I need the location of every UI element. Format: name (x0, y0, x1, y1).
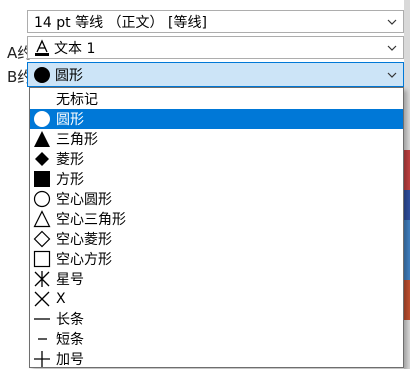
list-item-hollow-circle[interactable]: 空心圆形 (30, 189, 403, 209)
text-color-combo[interactable]: 文本 1 (27, 36, 404, 59)
list-item-short-dash[interactable]: 短条 (30, 329, 403, 349)
font-size-combo[interactable]: 14 pt 等线 （正文） [等线] (27, 10, 404, 33)
list-item-label: 三角形 (56, 132, 98, 148)
list-item-x[interactable]: X (30, 289, 403, 309)
list-item-label: 菱形 (56, 152, 84, 168)
filled-triangle-icon (32, 129, 52, 149)
list-item-label: 空心三角形 (56, 212, 126, 228)
list-item-circle[interactable]: 圆形 (30, 109, 403, 129)
x-mark-icon (32, 289, 52, 309)
list-item-hollow-triangle[interactable]: 空心三角形 (30, 209, 403, 229)
list-item-label: 圆形 (56, 112, 84, 128)
filled-circle-icon (33, 66, 51, 84)
list-item-label: 星号 (56, 272, 84, 288)
list-item-triangle[interactable]: 三角形 (30, 129, 403, 149)
text-combo-value: 文本 1 (54, 40, 96, 57)
background-right-edge (404, 0, 410, 369)
list-item-label: 无标记 (56, 92, 98, 108)
chevron-down-icon[interactable] (381, 68, 403, 81)
list-item-asterisk[interactable]: 星号 (30, 269, 403, 289)
hollow-circle-icon (32, 189, 52, 209)
chevron-down-icon[interactable] (381, 41, 403, 54)
list-item-label: 长条 (56, 312, 84, 328)
marker-type-list: 无标记 圆形 三角形 菱形 方形 空心圆形 空心三角形 空心菱形 空心方形 星号… (29, 87, 404, 368)
list-item-label: 短条 (56, 332, 84, 348)
asterisk-icon (32, 269, 52, 289)
chevron-down-icon[interactable] (381, 15, 403, 28)
list-item-label: 空心圆形 (56, 192, 112, 208)
list-item-label: 空心菱形 (56, 232, 112, 248)
filled-diamond-icon (32, 149, 52, 169)
text-color-icon (34, 38, 50, 57)
hollow-diamond-icon (32, 229, 52, 249)
hollow-triangle-icon (32, 209, 52, 229)
list-item-long-dash[interactable]: 长条 (30, 309, 403, 329)
font-combo-value: 14 pt 等线 （正文） [等线] (34, 14, 207, 31)
list-item-hollow-square[interactable]: 空心方形 (30, 249, 403, 269)
list-item-plus[interactable]: 加号 (30, 349, 403, 369)
list-item-diamond[interactable]: 菱形 (30, 149, 403, 169)
list-item-label: X (56, 291, 66, 307)
list-item-hollow-diamond[interactable]: 空心菱形 (30, 229, 403, 249)
filled-square-icon (32, 169, 52, 189)
marker-type-combo[interactable]: 圆形 (27, 62, 404, 87)
list-item-label: 空心方形 (56, 252, 112, 268)
plus-icon (32, 349, 52, 369)
list-item-label: 方形 (56, 172, 84, 188)
list-item-square[interactable]: 方形 (30, 169, 403, 189)
list-item-label: 加号 (56, 352, 84, 368)
short-dash-icon (32, 329, 52, 349)
marker-combo-value: 圆形 (55, 67, 83, 84)
list-item-none[interactable]: 无标记 (30, 89, 403, 109)
filled-circle-icon (32, 109, 52, 129)
hollow-square-icon (32, 249, 52, 269)
long-dash-icon (32, 309, 52, 329)
